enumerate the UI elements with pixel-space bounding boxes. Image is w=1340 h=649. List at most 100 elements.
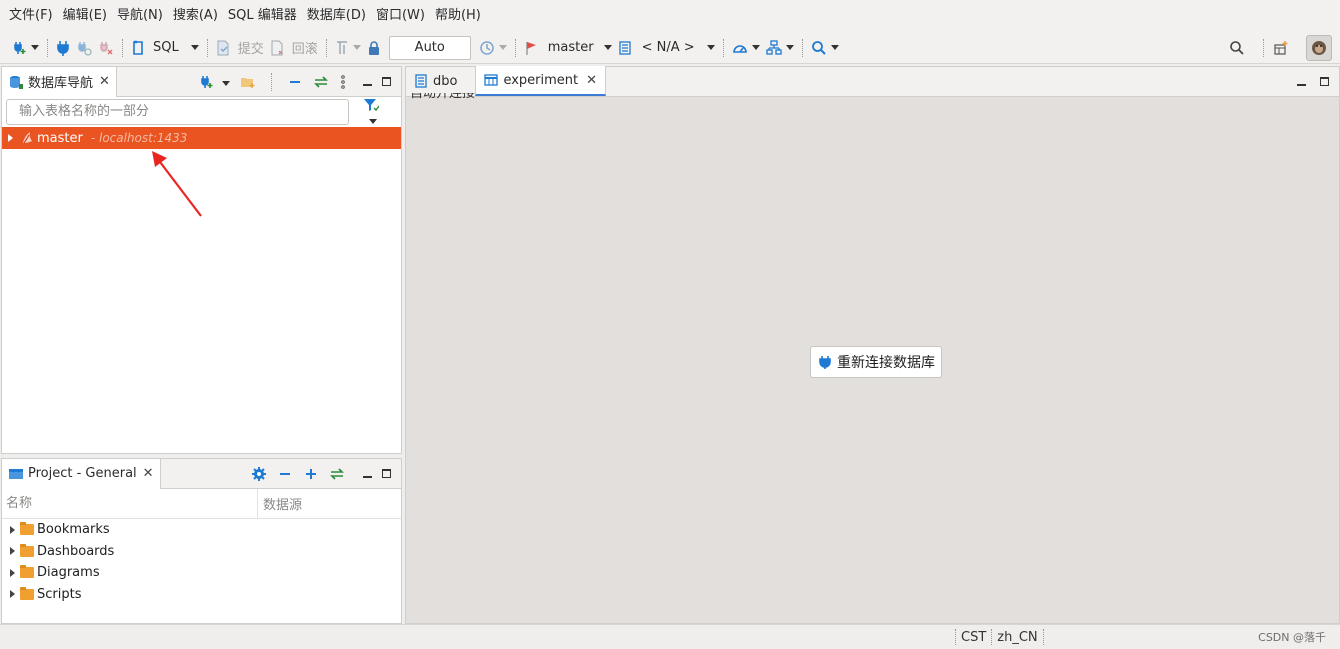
history-button[interactable] [476, 35, 510, 61]
close-icon[interactable]: ✕ [143, 466, 154, 481]
connection-name: master [37, 130, 83, 146]
project-panel: Project - General ✕ 名称 数据源 Bookmarks Das… [1, 458, 402, 624]
tab-dbo[interactable]: dbo [406, 66, 465, 96]
csdn-watermark: CSDN @落千 [1258, 631, 1326, 644]
rollback-button[interactable]: 回滚 [267, 35, 321, 61]
status-separator [1042, 629, 1044, 645]
filter-options-button[interactable] [363, 97, 397, 128]
transaction-mode-button[interactable] [332, 35, 364, 61]
erd-button[interactable] [763, 35, 797, 61]
commit-button[interactable]: 提交 [213, 35, 267, 61]
maximize-panel-button[interactable] [382, 467, 391, 482]
kebab-menu-icon [341, 75, 345, 89]
project-item-scripts[interactable]: Scripts [2, 584, 401, 606]
menu-file[interactable]: 文件(F) [4, 0, 58, 32]
database-navigator-panel: 数据库导航 ✕ 输入表格名称的一部分 master - localhost:14… [1, 66, 402, 454]
tab-project-general[interactable]: Project - General ✕ [2, 458, 161, 489]
beaver-logo-icon [1312, 40, 1326, 55]
search-icon [811, 40, 826, 55]
project-item-dashboards[interactable]: Dashboards [2, 541, 401, 563]
reconnect-database-button[interactable]: 重新连接数据库 [810, 346, 942, 378]
maximize-panel-button[interactable] [382, 75, 391, 90]
gear-icon [252, 467, 266, 481]
toolbar-separator [1263, 38, 1264, 57]
schema-icon [415, 74, 427, 88]
active-schema-selector[interactable]: < N/A > [615, 35, 718, 61]
view-menu-button[interactable] [339, 74, 347, 90]
new-connection-nav-button[interactable] [198, 74, 230, 90]
collapse-all-button[interactable] [277, 466, 293, 482]
project-item-bookmarks[interactable]: Bookmarks [2, 519, 401, 541]
dbeaver-perspective-button[interactable] [1306, 34, 1332, 61]
minimize-editor-button[interactable] [1297, 75, 1306, 90]
minimize-panel-button[interactable] [363, 75, 372, 90]
menu-database[interactable]: 数据库(D) [302, 0, 371, 32]
menu-navigate[interactable]: 导航(N) [112, 0, 168, 32]
status-locale: zh_CN [997, 629, 1038, 645]
configure-button[interactable] [251, 466, 267, 482]
link-with-editor-button[interactable] [329, 466, 345, 482]
diagrams-folder-icon [20, 565, 34, 579]
schema-icon [618, 40, 631, 55]
editor-actions [1297, 67, 1329, 97]
minimize-panel-button[interactable] [363, 467, 372, 482]
expand-all-button[interactable] [303, 466, 319, 482]
tab-label: dbo [433, 73, 458, 89]
expand-arrow-icon [10, 525, 15, 534]
menu-window[interactable]: 窗口(W) [371, 0, 430, 32]
sync-arrows-icon [314, 76, 328, 88]
link-with-editor-button[interactable] [313, 74, 329, 90]
transaction-icon [336, 40, 347, 54]
collapse-all-button[interactable] [287, 74, 303, 90]
navigator-header: 数据库导航 ✕ [2, 66, 401, 97]
toolbar-separator [514, 38, 516, 57]
editor-area: dbo experiment ✕ 自动开连接 重新连接数据库 [405, 66, 1340, 624]
new-folder-button[interactable] [240, 74, 256, 90]
chevron-down-icon [603, 45, 612, 50]
menu-sql-editor[interactable]: SQL 编辑器 [223, 0, 302, 32]
tab-database-navigator[interactable]: 数据库导航 ✕ [2, 66, 117, 97]
connect-button[interactable] [53, 35, 73, 61]
datasource-label: master [547, 40, 594, 55]
column-datasource[interactable]: 数据源 [258, 494, 302, 513]
expand-arrow-icon [10, 568, 15, 577]
global-search-button[interactable] [1226, 35, 1248, 61]
new-connection-button[interactable] [8, 35, 42, 61]
chevron-down-icon [706, 45, 715, 50]
menu-help[interactable]: 帮助(H) [430, 0, 486, 32]
maximize-editor-button[interactable] [1320, 75, 1329, 90]
plug-refresh-icon [78, 41, 92, 56]
lock-button[interactable] [364, 35, 384, 61]
commit-icon [217, 40, 229, 55]
menu-bar: 文件(F) 编辑(E) 导航(N) 搜索(A) SQL 编辑器 数据库(D) 窗… [0, 0, 1340, 32]
scripts-folder-icon [20, 586, 34, 600]
column-name[interactable]: 名称 [2, 488, 258, 519]
commit-label: 提交 [237, 42, 264, 57]
disconnect-button[interactable] [95, 35, 117, 61]
clipped-editor-header: 自动开连接 [410, 93, 476, 101]
chevron-down-icon [830, 45, 839, 50]
status-timezone: CST [961, 629, 987, 645]
search-toolbar-button[interactable] [808, 35, 842, 61]
datasource-flag-icon [526, 41, 536, 55]
project-item-diagrams[interactable]: Diagrams [2, 562, 401, 584]
toolbar-separator [122, 38, 123, 57]
plug-plus-icon [14, 41, 26, 54]
plug-disconnect-icon [100, 41, 113, 54]
tab-experiment[interactable]: experiment ✕ [475, 66, 607, 96]
active-datasource-selector[interactable]: master [521, 35, 615, 61]
menu-search[interactable]: 搜索(A) [168, 0, 223, 32]
plus-icon [306, 469, 316, 479]
toolbar-separator [325, 38, 327, 57]
close-icon[interactable]: ✕ [99, 74, 110, 89]
table-filter-input[interactable]: 输入表格名称的一部分 [6, 99, 349, 125]
transaction-mode-field[interactable]: Auto [388, 35, 471, 60]
sql-editor-button[interactable]: SQL [128, 35, 202, 61]
open-perspective-button[interactable] [1270, 35, 1292, 61]
perspective-icon [1274, 40, 1288, 55]
menu-edit[interactable]: 编辑(E) [58, 0, 112, 32]
close-icon[interactable]: ✕ [586, 73, 597, 88]
dashboard-button[interactable] [729, 35, 763, 61]
reconnect-toolbar-button[interactable] [73, 35, 95, 61]
tree-node-master[interactable]: master - localhost:1433 [2, 127, 401, 149]
